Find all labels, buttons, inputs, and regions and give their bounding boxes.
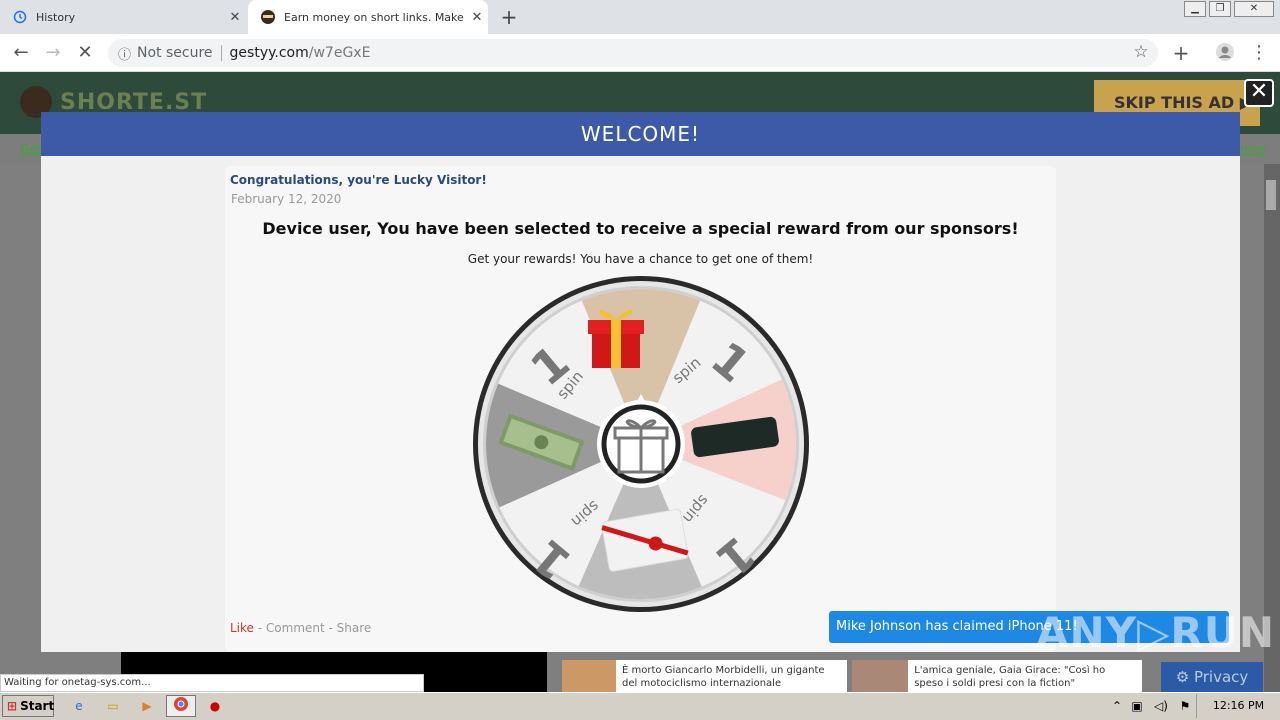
tray-arrow-icon[interactable]: ⌃	[1108, 697, 1126, 715]
news-thumbnail	[562, 660, 617, 692]
news-text: L'amica geniale, Gaia Girace: "Così ho s…	[914, 665, 1106, 689]
stop-loading-icon[interactable]: ✕	[74, 42, 96, 64]
tab-title: Earn money on short links. Make sho	[284, 10, 466, 24]
profile-avatar-icon[interactable]	[1214, 42, 1236, 64]
address-bar[interactable]: ⓘ Not secure gestyy.com/w7eGxE	[108, 39, 1158, 67]
back-icon[interactable]: ←	[10, 42, 32, 64]
scrollbar-thumb[interactable]	[1266, 180, 1276, 210]
like-link[interactable]: Like	[230, 621, 254, 635]
restore-button[interactable]: ❐	[1209, 1, 1231, 17]
bookmark-star-icon[interactable]: ☆	[1130, 41, 1152, 63]
tab-history[interactable]: History ✕	[0, 0, 246, 34]
privacy-label: Privacy	[1193, 668, 1249, 686]
start-label: Start	[20, 699, 55, 713]
flag-icon[interactable]: ⚑	[1176, 697, 1194, 715]
forward-icon[interactable]: →	[42, 42, 64, 64]
reward-headline: Device user, You have been selected to r…	[262, 219, 1019, 238]
reward-subline: Get your rewards! You have a chance to g…	[467, 252, 814, 266]
post-date: February 12, 2020	[231, 192, 342, 206]
window-close-button[interactable]: ✕	[1234, 1, 1274, 17]
menu-icon[interactable]: ⋮	[1248, 42, 1270, 64]
url-host: gestyy.com	[229, 45, 309, 61]
tab-shorte[interactable]: Earn money on short links. Make sho ✕	[248, 0, 488, 34]
news-item[interactable]: È morto Giancarlo Morbidelli, un gigante…	[562, 660, 847, 692]
chrome-taskbar-icon[interactable]	[166, 695, 196, 717]
start-button[interactable]: ⊞ Start	[2, 695, 54, 717]
minimize-button[interactable]: ▁	[1184, 1, 1206, 17]
news-thumbnail	[852, 660, 909, 692]
taskbar-clock[interactable]: 12:16 PM	[1196, 694, 1280, 718]
divider	[220, 45, 222, 61]
folder-icon[interactable]: ▭	[104, 697, 122, 715]
windows-logo-icon: ⊞	[7, 699, 18, 713]
share-link[interactable]: Share	[337, 621, 372, 635]
shorte-favicon	[260, 9, 276, 25]
close-icon[interactable]: ✕	[1244, 79, 1274, 107]
social-bar: Like - Comment - Share	[230, 621, 372, 635]
nav-link-right[interactable]: nine	[1240, 142, 1266, 156]
close-tab-icon[interactable]: ✕	[224, 10, 246, 25]
anyrun-watermark: ANY▷RUN	[1036, 608, 1275, 657]
news-text: È morto Giancarlo Morbidelli, un gigante…	[622, 665, 825, 689]
privacy-button[interactable]: ⚙ Privacy	[1161, 662, 1263, 692]
nav-link-left[interactable]: Get	[20, 142, 41, 156]
prize-wheel[interactable]: 1 spin 1 spin 1 spin 1 spin	[470, 276, 812, 616]
security-label: Not secure	[137, 45, 213, 61]
opera-icon[interactable]: ●	[206, 697, 224, 715]
ie-icon[interactable]: e	[70, 697, 88, 715]
logo-text: SHORTE.ST	[60, 89, 208, 115]
modal-title: WELCOME!	[41, 112, 1240, 156]
status-bar: Waiting for onetag-sys.com...	[0, 674, 424, 692]
close-tab-icon[interactable]: ✕	[466, 10, 488, 25]
volume-icon[interactable]: ◁)	[1152, 697, 1170, 715]
congrats-title: Congratulations, you're Lucky Visitor!	[230, 173, 487, 187]
news-item[interactable]: L'amica geniale, Gaia Girace: "Così ho s…	[852, 660, 1142, 692]
network-icon[interactable]: ▣	[1128, 697, 1146, 715]
new-tab-button[interactable]: +	[496, 5, 522, 29]
history-icon	[12, 9, 28, 25]
info-icon[interactable]: ⓘ	[118, 44, 131, 63]
gear-icon: ⚙	[1175, 668, 1194, 686]
add-icon[interactable]: +	[1170, 42, 1192, 64]
tab-title: History	[36, 10, 76, 24]
media-player-icon[interactable]: ▶	[138, 697, 156, 715]
comment-link[interactable]: Comment	[266, 621, 325, 635]
url-path: /w7eGxE	[308, 45, 371, 61]
